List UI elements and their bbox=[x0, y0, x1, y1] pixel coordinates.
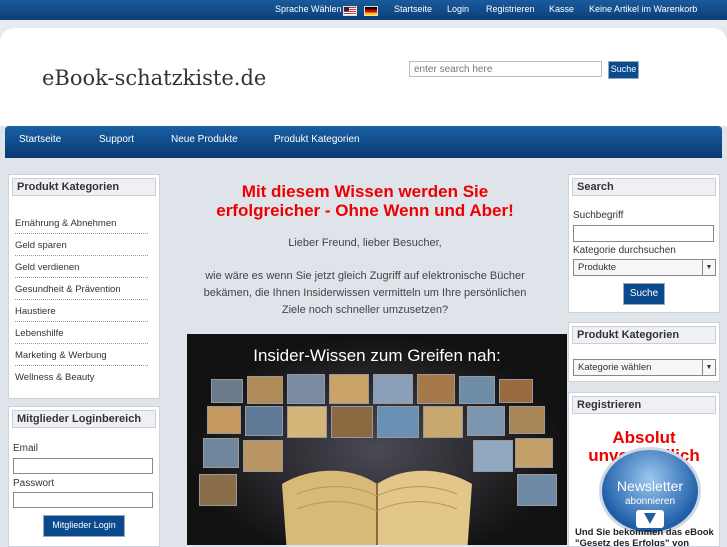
intro-line: wie wäre es wenn Sie jetzt gleich Zugrif… bbox=[205, 270, 525, 282]
header-search-input[interactable] bbox=[409, 61, 602, 77]
login-box: Mitglieder Loginbereich Email Passwort M… bbox=[8, 406, 160, 547]
category-item[interactable]: Gesundheit & Prävention bbox=[15, 284, 148, 300]
search-term-label: Suchbegriff bbox=[573, 210, 624, 221]
dropdown-arrow-icon: ▼ bbox=[702, 260, 715, 275]
ebook-line: Und Sie bekommen das eBook bbox=[575, 527, 714, 538]
nav-new-products[interactable]: Neue Produkte bbox=[171, 134, 238, 145]
promo-banner[interactable]: Insider-Wissen zum Greifen nah: bbox=[187, 334, 567, 545]
category-search-select[interactable]: Produkte ▼ bbox=[573, 259, 716, 276]
headline-line: Mit diesem Wissen werden Sie bbox=[241, 182, 489, 201]
newsletter-badge[interactable]: Newsletter abonnieren bbox=[599, 447, 701, 535]
top-link-register[interactable]: Registrieren bbox=[486, 4, 535, 14]
headline-line: erfolgreicher - Ohne Wenn und Aber! bbox=[216, 201, 514, 220]
nav-support[interactable]: Support bbox=[99, 134, 134, 145]
intro-line: Ziele noch schneller umzusetzen? bbox=[281, 304, 449, 316]
password-label: Passwort bbox=[13, 478, 55, 489]
category-item[interactable]: Haustiere bbox=[15, 306, 148, 322]
product-categories-title: Produkt Kategorien bbox=[572, 326, 716, 344]
intro-line: bekämen, die Ihnen Insiderwissen vermitt… bbox=[203, 287, 527, 299]
categories-title: Produkt Kategorien bbox=[12, 178, 156, 196]
header-search-button[interactable]: Suche bbox=[608, 61, 639, 79]
register-box: Registrieren Absolut unverbindlich Newsl… bbox=[568, 392, 720, 547]
flag-de-icon[interactable] bbox=[364, 6, 378, 16]
search-box: Search Suchbegriff Kategorie durchsuchen… bbox=[568, 174, 720, 313]
top-bar: Sprache Wählen Startseite Login Registri… bbox=[0, 0, 727, 20]
open-book-icon bbox=[282, 470, 472, 545]
email-label: Email bbox=[13, 443, 39, 454]
newsletter-label: Newsletter bbox=[616, 478, 684, 494]
category-search-value: Produkte bbox=[578, 262, 617, 273]
top-link-login[interactable]: Login bbox=[447, 4, 469, 14]
category-item[interactable]: Marketing & Werbung bbox=[15, 350, 148, 366]
top-link-checkout[interactable]: Kasse bbox=[549, 4, 574, 14]
promo-title: Insider-Wissen zum Greifen nah: bbox=[253, 346, 501, 365]
header: eBook-schatzkiste.de Suche bbox=[0, 20, 727, 126]
top-link-home[interactable]: Startseite bbox=[394, 4, 432, 14]
main-nav: Startseite Support Neue Produkte Produkt… bbox=[5, 126, 722, 158]
login-title: Mitglieder Loginbereich bbox=[12, 410, 156, 428]
category-item[interactable]: Ernährung & Abnehmen bbox=[15, 218, 148, 234]
ebook-offer-text: Und Sie bekommen das eBook "Gesetz des E… bbox=[575, 527, 719, 547]
nav-product-categories[interactable]: Produkt Kategorien bbox=[274, 134, 360, 145]
greeting-text: Lieber Freund, lieber Besucher, bbox=[288, 237, 442, 249]
product-categories-box: Produkt Kategorien Kategorie wählen ▼ bbox=[568, 322, 720, 382]
email-field[interactable] bbox=[13, 458, 153, 474]
category-item[interactable]: Geld sparen bbox=[15, 240, 148, 256]
arrow-down-icon bbox=[636, 510, 664, 528]
nav-home[interactable]: Startseite bbox=[19, 134, 61, 145]
intro-paragraph: wie wäre es wenn Sie jetzt gleich Zugrif… bbox=[165, 268, 565, 319]
search-term-field[interactable] bbox=[573, 225, 714, 242]
flag-us-icon[interactable] bbox=[343, 6, 357, 16]
newsletter-sublabel: abonnieren bbox=[624, 496, 676, 507]
category-search-label: Kategorie durchsuchen bbox=[573, 245, 676, 256]
cart-status[interactable]: Keine Artikel im Warenkorb bbox=[589, 4, 697, 14]
dropdown-arrow-icon: ▼ bbox=[702, 360, 715, 375]
sidebar-search-button[interactable]: Suche bbox=[623, 283, 665, 305]
ebook-line: "Gesetz des Erfolgs" von bbox=[575, 538, 690, 547]
main-content: Mit diesem Wissen werden Sie erfolgreich… bbox=[165, 160, 567, 545]
promo-line: Absolut bbox=[612, 428, 676, 447]
password-field[interactable] bbox=[13, 492, 153, 508]
category-item[interactable]: Lebenshilfe bbox=[15, 328, 148, 344]
login-button[interactable]: Mitglieder Login bbox=[43, 515, 125, 537]
search-title: Search bbox=[572, 178, 716, 196]
site-logo[interactable]: eBook-schatzkiste.de bbox=[42, 66, 266, 90]
category-select[interactable]: Kategorie wählen ▼ bbox=[573, 359, 716, 376]
category-item[interactable]: Geld verdienen bbox=[15, 262, 148, 278]
headline: Mit diesem Wissen werden Sie erfolgreich… bbox=[165, 182, 565, 220]
categories-box: Produkt Kategorien Ernährung & Abnehmen … bbox=[8, 174, 160, 399]
category-select-value: Kategorie wählen bbox=[578, 362, 652, 373]
language-label: Sprache Wählen bbox=[275, 4, 342, 14]
register-title: Registrieren bbox=[572, 396, 716, 414]
category-item[interactable]: Wellness & Beauty bbox=[15, 372, 148, 387]
